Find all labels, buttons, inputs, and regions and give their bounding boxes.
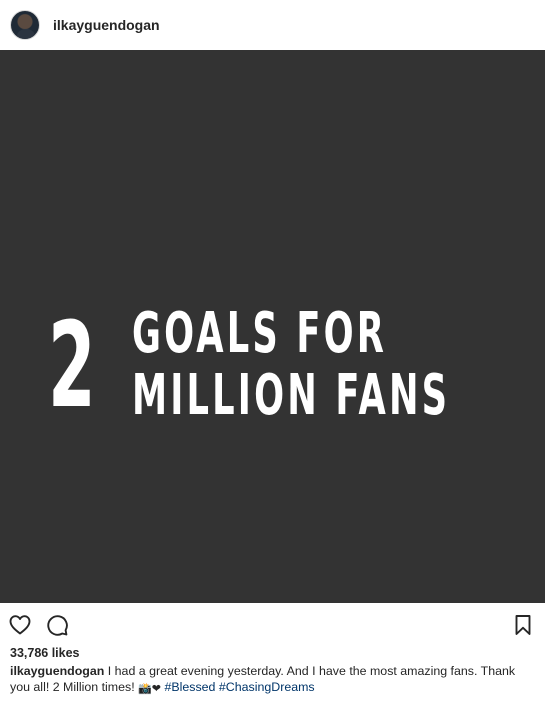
avatar[interactable] <box>10 10 40 40</box>
caption-username[interactable]: ilkayguendogan <box>10 664 104 678</box>
post-image[interactable]: 2 GOALS FOR MILLION FANS <box>0 50 545 603</box>
comment-bubble-icon[interactable] <box>45 613 69 637</box>
hashtag-chasingdreams[interactable]: #ChasingDreams <box>219 680 315 694</box>
post-image-headline: 2 GOALS FOR MILLION FANS <box>48 303 545 427</box>
heart-outline-icon[interactable] <box>8 613 32 637</box>
headline-lines: GOALS FOR MILLION FANS <box>132 303 545 427</box>
post-header: ilkayguendogan <box>0 0 545 50</box>
caption-emojis: 📸❤ <box>138 683 162 695</box>
post-username[interactable]: ilkayguendogan <box>53 17 160 33</box>
likes-count[interactable]: 33,786 likes <box>10 646 80 660</box>
hashtag-blessed[interactable]: #Blessed <box>164 680 215 694</box>
headline-line-1: GOALS FOR <box>132 301 388 366</box>
headline-line-2: MILLION FANS <box>132 363 451 428</box>
bookmark-icon[interactable] <box>511 613 535 637</box>
headline-number: 2 <box>48 296 96 434</box>
post-actions <box>0 603 545 647</box>
post-caption: ilkayguendogan I had a great evening yes… <box>10 663 535 697</box>
